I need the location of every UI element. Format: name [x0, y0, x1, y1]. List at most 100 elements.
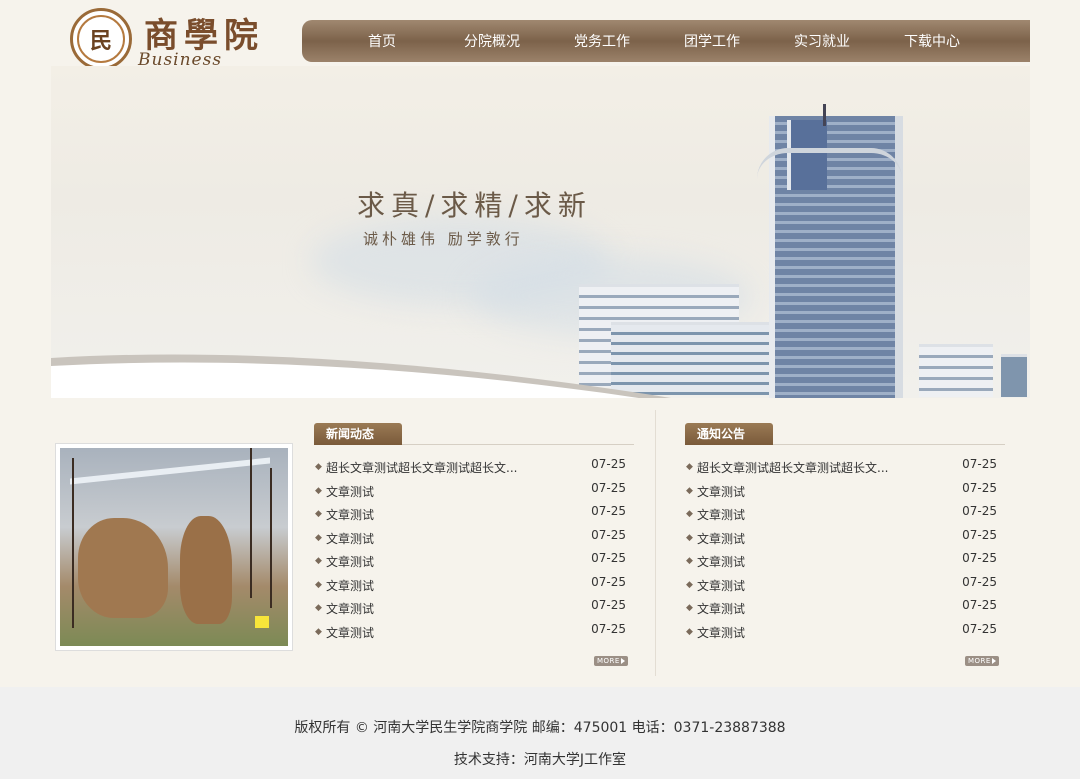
- notice-item-date: 07-25: [962, 551, 997, 565]
- news-item-date: 07-25: [591, 527, 626, 542]
- news-item-date: 07-25: [591, 598, 626, 612]
- notices-tab[interactable]: 通知公告: [685, 423, 773, 445]
- news-header: 新闻动态: [314, 420, 634, 445]
- nav-item-party[interactable]: 党务工作: [547, 31, 657, 51]
- list-item[interactable]: ◆ 文章测试 07-25: [685, 598, 1005, 624]
- list-item[interactable]: ◆ 文章测试 07-25: [685, 527, 1005, 554]
- tower-antenna: [823, 104, 826, 126]
- bullet-diamond-icon: ◆: [686, 626, 693, 637]
- news-item-title[interactable]: 文章测试: [326, 624, 374, 641]
- list-item[interactable]: ◆ 文章测试 07-25: [685, 621, 1005, 648]
- notice-item-title[interactable]: 文章测试: [697, 530, 745, 547]
- news-item-date: 07-25: [591, 574, 626, 589]
- news-item-title[interactable]: 文章测试: [326, 506, 374, 523]
- notice-item-date: 07-25: [962, 504, 997, 518]
- list-item[interactable]: ◆ 文章测试 07-25: [685, 504, 1005, 530]
- list-item[interactable]: ◆ 超长文章测试超长文章测试超长文... 07-25: [685, 457, 1005, 483]
- tower-canopy: [757, 148, 902, 179]
- notice-item-date: 07-25: [962, 598, 997, 612]
- list-item[interactable]: ◆ 文章测试 07-25: [314, 574, 634, 601]
- photo-tree: [250, 448, 252, 598]
- notice-item-date: 07-25: [962, 574, 997, 589]
- notice-item-title[interactable]: 文章测试: [697, 483, 745, 500]
- banner-motto: 诚朴雄伟 励学敦行: [363, 230, 524, 248]
- news-item-date: 07-25: [591, 457, 626, 471]
- news-item-title[interactable]: 文章测试: [326, 600, 374, 617]
- list-item[interactable]: ◆ 超长文章测试超长文章测试超长文... 07-25: [314, 457, 634, 483]
- seal-glyph: 民: [77, 15, 125, 63]
- notices-more-button[interactable]: MORE: [965, 656, 999, 666]
- photo-marker: [255, 616, 269, 628]
- notice-item-title[interactable]: 文章测试: [697, 600, 745, 617]
- hero-banner: 求真/求精/求新 诚朴雄伟 励学敦行: [51, 66, 1030, 398]
- news-tab[interactable]: 新闻动态: [314, 423, 402, 445]
- news-item-date: 07-25: [591, 480, 626, 495]
- bullet-diamond-icon: ◆: [315, 556, 322, 566]
- list-item[interactable]: ◆ 文章测试 07-25: [314, 504, 634, 530]
- list-item[interactable]: ◆ 文章测试 07-25: [314, 621, 634, 648]
- bullet-diamond-icon: ◆: [315, 579, 322, 590]
- notices-section: 通知公告 ◆ 超长文章测试超长文章测试超长文... 07-25 ◆ 文章测试 07-25…: [685, 420, 1005, 666]
- main-nav: 首页 分院概况 党务工作 团学工作 实习就业 下载中心: [302, 20, 1030, 62]
- list-item[interactable]: ◆ 文章测试 07-25: [685, 574, 1005, 601]
- seal-logo-icon: 民: [70, 8, 132, 70]
- banner-title: 求真/求精/求新: [357, 189, 592, 222]
- bullet-diamond-icon: ◆: [315, 485, 322, 496]
- bullet-diamond-icon: ◆: [686, 485, 693, 496]
- notice-item-title[interactable]: 超长文章测试超长文章测试超长文...: [697, 459, 888, 476]
- photo-tree: [72, 458, 74, 628]
- nav-item-home[interactable]: 首页: [327, 31, 437, 51]
- bullet-diamond-icon: ◆: [315, 532, 322, 543]
- news-more-button[interactable]: MORE: [594, 656, 628, 666]
- news-item-title[interactable]: 超长文章测试超长文章测试超长文...: [326, 459, 517, 476]
- news-item-title[interactable]: 文章测试: [326, 577, 374, 594]
- nav-item-league[interactable]: 团学工作: [657, 31, 767, 51]
- banner-swoosh: [51, 354, 671, 398]
- notice-item-date: 07-25: [962, 527, 997, 542]
- photo-rock: [78, 518, 168, 618]
- list-item[interactable]: ◆ 文章测试 07-25: [685, 480, 1005, 507]
- footer: 版权所有 © 河南大学民生学院商学院 邮编：475001 电话：0371-238…: [0, 687, 1080, 779]
- bullet-diamond-icon: ◆: [686, 532, 693, 543]
- photo-rock: [180, 516, 232, 624]
- bullet-diamond-icon: ◆: [315, 626, 322, 637]
- notices-list: ◆ 超长文章测试超长文章测试超长文... 07-25 ◆ 文章测试 07-25 ◆ 文章测…: [685, 457, 1005, 648]
- campus-photo[interactable]: [55, 443, 293, 651]
- news-item-date: 07-25: [591, 551, 626, 565]
- logo[interactable]: 民 商學院 Business School: [70, 8, 290, 90]
- notice-item-title[interactable]: 文章测试: [697, 506, 745, 523]
- nav-item-downloads[interactable]: 下载中心: [877, 31, 987, 51]
- bullet-diamond-icon: ◆: [315, 509, 322, 519]
- list-item[interactable]: ◆ 文章测试 07-25: [314, 480, 634, 507]
- notice-item-title[interactable]: 文章测试: [697, 553, 745, 570]
- campus-photo-image: [60, 448, 288, 646]
- notices-header: 通知公告: [685, 420, 1005, 445]
- notice-item-date: 07-25: [962, 480, 997, 495]
- news-item-title[interactable]: 文章测试: [326, 530, 374, 547]
- column-divider: [655, 410, 656, 676]
- list-item[interactable]: ◆ 文章测试 07-25: [314, 598, 634, 624]
- footer-support: 技术支持：河南大学J工作室: [453, 752, 627, 768]
- news-item-date: 07-25: [591, 504, 626, 518]
- bullet-diamond-icon: ◆: [686, 556, 693, 566]
- notice-item-title[interactable]: 文章测试: [697, 624, 745, 641]
- nav-item-internship[interactable]: 实习就业: [767, 31, 877, 51]
- bullet-diamond-icon: ◆: [686, 603, 693, 613]
- bullet-diamond-icon: ◆: [686, 462, 693, 472]
- news-item-title[interactable]: 文章测试: [326, 553, 374, 570]
- notice-item-date: 07-25: [962, 621, 997, 636]
- bullet-diamond-icon: ◆: [315, 462, 322, 472]
- footer-copyright: 版权所有 © 河南大学民生学院商学院 邮编：475001 电话：0371-238…: [294, 720, 786, 736]
- list-item[interactable]: ◆ 文章测试 07-25: [685, 551, 1005, 577]
- bullet-diamond-icon: ◆: [686, 509, 693, 519]
- news-section: 新闻动态 ◆ 超长文章测试超长文章测试超长文... 07-25 ◆ 文章测试 07-25…: [314, 420, 634, 666]
- bullet-diamond-icon: ◆: [315, 603, 322, 613]
- news-item-title[interactable]: 文章测试: [326, 483, 374, 500]
- photo-tree: [270, 468, 272, 608]
- nav-item-overview[interactable]: 分院概况: [437, 31, 547, 51]
- notice-item-title[interactable]: 文章测试: [697, 577, 745, 594]
- notice-item-date: 07-25: [962, 457, 997, 471]
- list-item[interactable]: ◆ 文章测试 07-25: [314, 551, 634, 577]
- news-item-date: 07-25: [591, 621, 626, 636]
- list-item[interactable]: ◆ 文章测试 07-25: [314, 527, 634, 554]
